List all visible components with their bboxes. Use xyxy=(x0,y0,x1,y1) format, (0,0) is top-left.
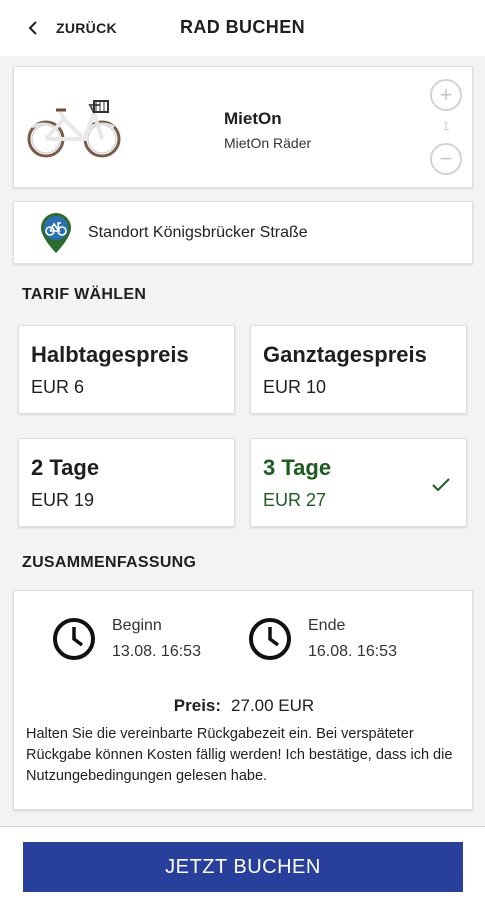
page-title: RAD BUCHEN xyxy=(180,17,305,37)
begin-value: 13.08. 16:53 xyxy=(112,643,201,660)
end-value: 16.08. 16:53 xyxy=(308,643,397,660)
tariff-price: EUR 10 xyxy=(263,377,327,397)
book-now-button[interactable]: JETZT BUCHEN xyxy=(23,842,463,892)
return-terms-note: Halten Sie die vereinbarte Rückgabezeit … xyxy=(26,726,453,784)
bike-location-pin-icon xyxy=(41,213,71,253)
quantity-increase-button[interactable]: + xyxy=(430,79,462,111)
summary-card: Beginn 13.08. 16:53 Ende 16.08. 16:53 Pr… xyxy=(13,590,473,810)
quantity-value: 1 xyxy=(442,119,450,133)
summary-section-title: ZUSAMMENFASSUNG xyxy=(22,554,197,571)
tariff-option-ganztagespreis[interactable]: Ganztagespreis EUR 10 xyxy=(250,325,467,414)
bicycle-illustration xyxy=(27,100,121,158)
bike-card: MietOn MietOn Räder + 1 − xyxy=(13,66,473,188)
price-label: Preis: xyxy=(173,696,222,715)
price-value: 27.00 EUR xyxy=(231,696,315,715)
tariff-option-2-tage[interactable]: 2 Tage EUR 19 xyxy=(18,438,235,527)
begin-label: Beginn xyxy=(112,617,162,634)
plus-icon: + xyxy=(439,82,453,107)
quantity-decrease-button[interactable]: − xyxy=(430,143,462,175)
tariff-price: EUR 27 xyxy=(263,490,327,510)
bottom-action-bar: JETZT BUCHEN xyxy=(0,826,485,900)
tariff-name: Ganztagespreis xyxy=(263,342,427,367)
price-line: Preis: 27.00 EUR xyxy=(14,696,472,716)
tariff-name: 3 Tage xyxy=(263,455,332,480)
end-label: Ende xyxy=(308,617,346,634)
tariff-name: Halbtagespreis xyxy=(31,342,189,367)
tariff-option-halbtagespreis[interactable]: Halbtagespreis EUR 6 xyxy=(18,325,235,414)
bike-name: MietOn xyxy=(224,109,282,128)
location-label: Standort Königsbrücker Straße xyxy=(88,224,308,241)
tariff-price: EUR 6 xyxy=(31,377,85,397)
minus-icon: − xyxy=(439,146,453,171)
tariff-price: EUR 19 xyxy=(31,490,95,510)
clock-icon xyxy=(249,618,291,660)
location-card[interactable]: Standort Königsbrücker Straße xyxy=(13,201,473,264)
tariff-name: 2 Tage xyxy=(31,455,100,480)
clock-icon xyxy=(53,618,95,660)
checkmark-icon xyxy=(432,478,450,492)
top-bar: ZURÜCK RAD BUCHEN xyxy=(0,0,485,56)
bike-provider: MietOn Räder xyxy=(224,135,312,151)
tariff-option-3-tage[interactable]: 3 Tage EUR 27 xyxy=(250,438,467,527)
tariff-section-title: TARIF WÄHLEN xyxy=(22,286,147,303)
